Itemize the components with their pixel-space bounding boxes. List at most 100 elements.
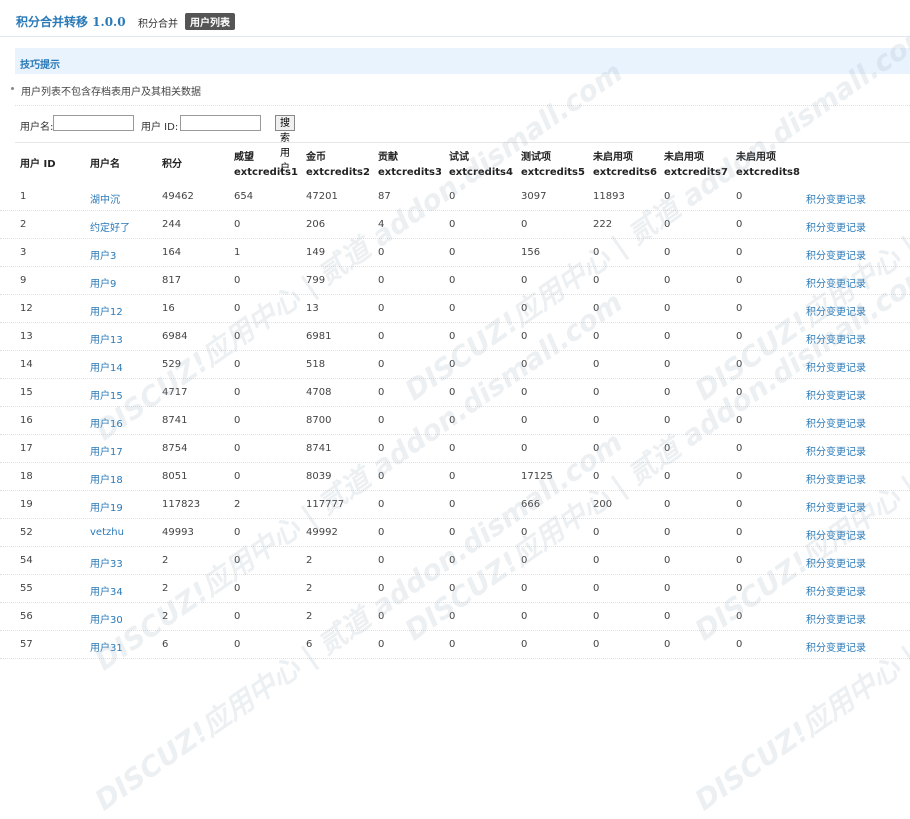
table-cell: 0 — [664, 359, 671, 370]
credit-log-link[interactable]: 积分变更记录 — [806, 471, 866, 486]
table-cell: 0 — [736, 191, 743, 202]
username-link[interactable]: 用户13 — [90, 331, 123, 346]
table-cell: 0 — [449, 471, 456, 482]
username-link[interactable]: 用户31 — [90, 639, 123, 654]
table-cell: 0 — [378, 415, 385, 426]
table-cell: 8741 — [306, 443, 332, 454]
search-user-button[interactable]: 搜索用户 — [275, 115, 295, 174]
table-cell: 0 — [664, 191, 671, 202]
column-subtitle: extcredits4 — [449, 167, 513, 178]
credit-log-link[interactable]: 积分变更记录 — [806, 639, 866, 654]
credit-log-link[interactable]: 积分变更记录 — [806, 499, 866, 514]
table-cell: 4708 — [306, 387, 332, 398]
column-header: 贡献 extcredits3 — [378, 150, 442, 180]
uid-input[interactable] — [180, 115, 261, 131]
table-cell: 0 — [521, 275, 528, 286]
credit-log-link[interactable]: 积分变更记录 — [806, 611, 866, 626]
column-header: 威望 extcredits1 — [234, 150, 298, 180]
table-cell: 0 — [736, 247, 743, 258]
username-link[interactable]: 用户3 — [90, 247, 116, 262]
table-cell: 15 — [20, 387, 33, 398]
table-cell: 0 — [234, 275, 241, 286]
table-cell: 0 — [593, 471, 600, 482]
table-cell: 0 — [593, 583, 600, 594]
credit-log-link[interactable]: 积分变更记录 — [806, 191, 866, 206]
table-cell: 0 — [664, 527, 671, 538]
credit-log-link[interactable]: 积分变更记录 — [806, 583, 866, 598]
username-link[interactable]: 用户19 — [90, 499, 123, 514]
credit-log-link[interactable]: 积分变更记录 — [806, 303, 866, 318]
column-title: 积分 — [162, 159, 182, 170]
table-cell: 2 — [162, 583, 169, 594]
table-cell: 0 — [234, 583, 241, 594]
table-row: 57 用户31 6 0 6 0 0 0 0 0 0 积分变更记录 — [0, 631, 910, 659]
table-row: 19 用户19 117823 2 117777 0 0 666 200 0 0 积分变更记录 — [0, 491, 910, 519]
username-link[interactable]: 用户9 — [90, 275, 116, 290]
table-cell: 0 — [521, 527, 528, 538]
app-title: 积分合并转移 1.0.0 — [16, 15, 126, 29]
table-cell: 206 — [306, 219, 326, 230]
table-row: 17 用户17 8754 0 8741 0 0 0 0 0 0 积分变更记录 — [0, 435, 910, 463]
uid-label: 用户 ID: — [141, 122, 179, 133]
tab-user-list[interactable]: 用户列表 — [185, 13, 235, 30]
table-cell: 149 — [306, 247, 326, 258]
username-link[interactable]: 用户12 — [90, 303, 123, 318]
table-cell: 56 — [20, 611, 33, 622]
table-header: 用户 ID 用户名 积分 威望 extcredits1 金币 extcredits2 贡献 ex… — [0, 146, 910, 182]
table-cell: 222 — [593, 219, 613, 230]
credit-log-link[interactable]: 积分变更记录 — [806, 275, 866, 290]
table-cell: 0 — [449, 639, 456, 650]
username-link[interactable]: 用户18 — [90, 471, 123, 486]
table-cell: 244 — [162, 219, 182, 230]
column-title: 威望 — [234, 152, 254, 163]
table-cell: 0 — [449, 303, 456, 314]
table-cell: 0 — [521, 303, 528, 314]
username-link[interactable]: 约定好了 — [90, 219, 130, 234]
table-cell: 0 — [664, 387, 671, 398]
table-cell: 0 — [664, 303, 671, 314]
credit-log-link[interactable]: 积分变更记录 — [806, 555, 866, 570]
username-link[interactable]: 用户15 — [90, 387, 123, 402]
credit-log-link[interactable]: 积分变更记录 — [806, 247, 866, 262]
table-cell: 0 — [736, 555, 743, 566]
table-cell: 0 — [593, 639, 600, 650]
username-link[interactable]: 用户30 — [90, 611, 123, 626]
table-cell: 0 — [378, 471, 385, 482]
table-cell: 0 — [593, 359, 600, 370]
username-label: 用户名: — [20, 122, 54, 133]
table-cell: 0 — [234, 527, 241, 538]
table-cell: 0 — [378, 639, 385, 650]
credit-log-link[interactable]: 积分变更记录 — [806, 527, 866, 542]
username-input[interactable] — [53, 115, 134, 131]
table-cell: 8700 — [306, 415, 332, 426]
credit-log-link[interactable]: 积分变更记录 — [806, 331, 866, 346]
table-cell: 2 — [306, 555, 313, 566]
credit-log-link[interactable]: 积分变更记录 — [806, 443, 866, 458]
username-link[interactable]: 用户33 — [90, 555, 123, 570]
table-cell: 0 — [521, 443, 528, 454]
username-link[interactable]: vetzhu — [90, 527, 124, 538]
table-cell: 200 — [593, 499, 613, 510]
username-link[interactable]: 湖中沉 — [90, 191, 120, 206]
username-link[interactable]: 用户34 — [90, 583, 123, 598]
username-link[interactable]: 用户14 — [90, 359, 123, 374]
table-cell: 55 — [20, 583, 33, 594]
table-cell: 0 — [736, 499, 743, 510]
table-cell: 0 — [378, 583, 385, 594]
column-title: 试试 — [449, 152, 469, 163]
column-title: 未启用项 — [593, 152, 633, 163]
tab-merge[interactable]: 积分合并 — [138, 15, 178, 30]
credit-log-link[interactable]: 积分变更记录 — [806, 387, 866, 402]
table-cell: 0 — [234, 471, 241, 482]
table-cell: 2 — [306, 611, 313, 622]
table-cell: 87 — [378, 191, 391, 202]
username-link[interactable]: 用户16 — [90, 415, 123, 430]
credit-log-link[interactable]: 积分变更记录 — [806, 359, 866, 374]
username-link[interactable]: 用户17 — [90, 443, 123, 458]
bullet-icon — [11, 87, 14, 90]
table-cell: 0 — [449, 247, 456, 258]
top-bar: 积分合并转移 1.0.0 积分合并 用户列表 — [0, 0, 910, 37]
credit-log-link[interactable]: 积分变更记录 — [806, 219, 866, 234]
table-cell: 0 — [736, 275, 743, 286]
credit-log-link[interactable]: 积分变更记录 — [806, 415, 866, 430]
